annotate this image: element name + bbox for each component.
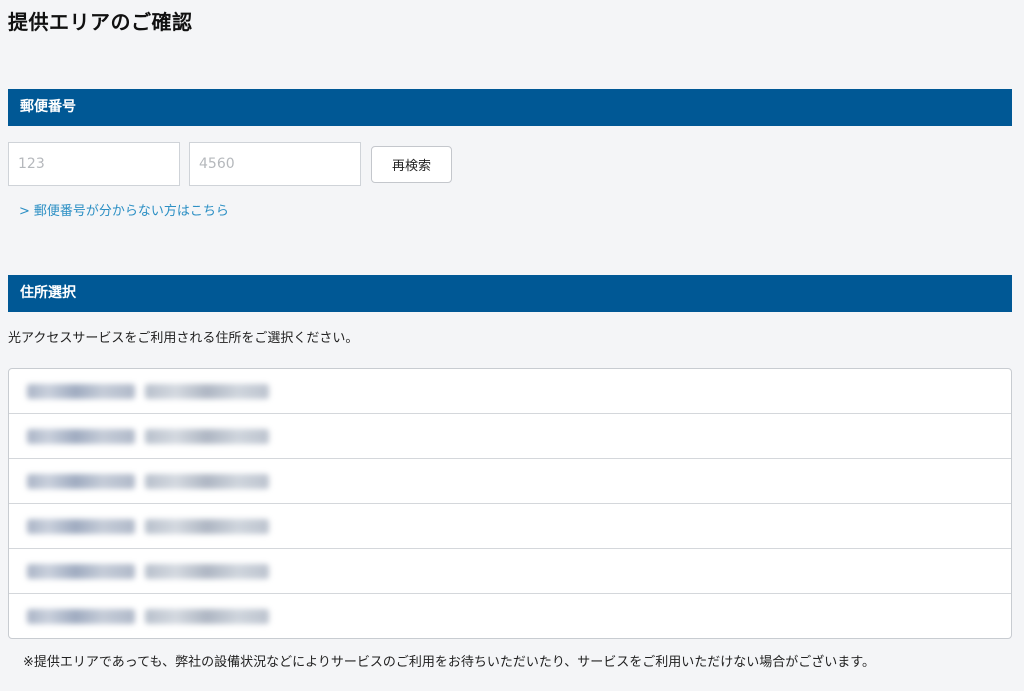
blurred-address-text <box>27 384 135 399</box>
address-option-row[interactable] <box>9 414 1011 459</box>
blurred-address-text <box>145 474 269 489</box>
unknown-zip-help-link[interactable]: > 郵便番号が分からない方はこちら <box>19 203 229 221</box>
postal-code-section-header: 郵便番号 <box>8 89 1012 126</box>
page: 提供エリアのご確認 郵便番号 再検索 >郵便番号が分からない方はこちら 住所選択… <box>0 0 1024 691</box>
address-instruction: 光アクセスサービスをご利用される住所をご選択ください。 <box>8 331 359 346</box>
blurred-address-text <box>27 564 135 579</box>
address-selection-section-header: 住所選択 <box>8 275 1012 312</box>
blurred-address-text <box>27 429 135 444</box>
address-option-row[interactable] <box>9 594 1011 638</box>
address-option-row[interactable] <box>9 504 1011 549</box>
help-link-label: 郵便番号が分からない方はこちら <box>33 204 229 219</box>
blurred-address-text <box>27 609 135 624</box>
chevron-right-icon: > <box>19 204 30 219</box>
address-option-row[interactable] <box>9 459 1011 504</box>
blurred-address-text <box>145 384 269 399</box>
blurred-address-text <box>145 519 269 534</box>
zip-code-second-input[interactable] <box>189 142 361 186</box>
address-list <box>8 368 1012 639</box>
address-option-row[interactable] <box>9 549 1011 594</box>
service-availability-footnote: ※提供エリアであっても、弊社の設備状況などによりサービスのご利用をお待ちいただい… <box>23 655 875 670</box>
blurred-address-text <box>145 609 269 624</box>
blurred-address-text <box>27 519 135 534</box>
blurred-address-text <box>27 474 135 489</box>
zip-code-first-input[interactable] <box>8 142 180 186</box>
blurred-address-text <box>145 564 269 579</box>
address-option-row[interactable] <box>9 369 1011 414</box>
blurred-address-text <box>145 429 269 444</box>
page-title: 提供エリアのご確認 <box>8 10 193 34</box>
research-button[interactable]: 再検索 <box>371 146 452 183</box>
